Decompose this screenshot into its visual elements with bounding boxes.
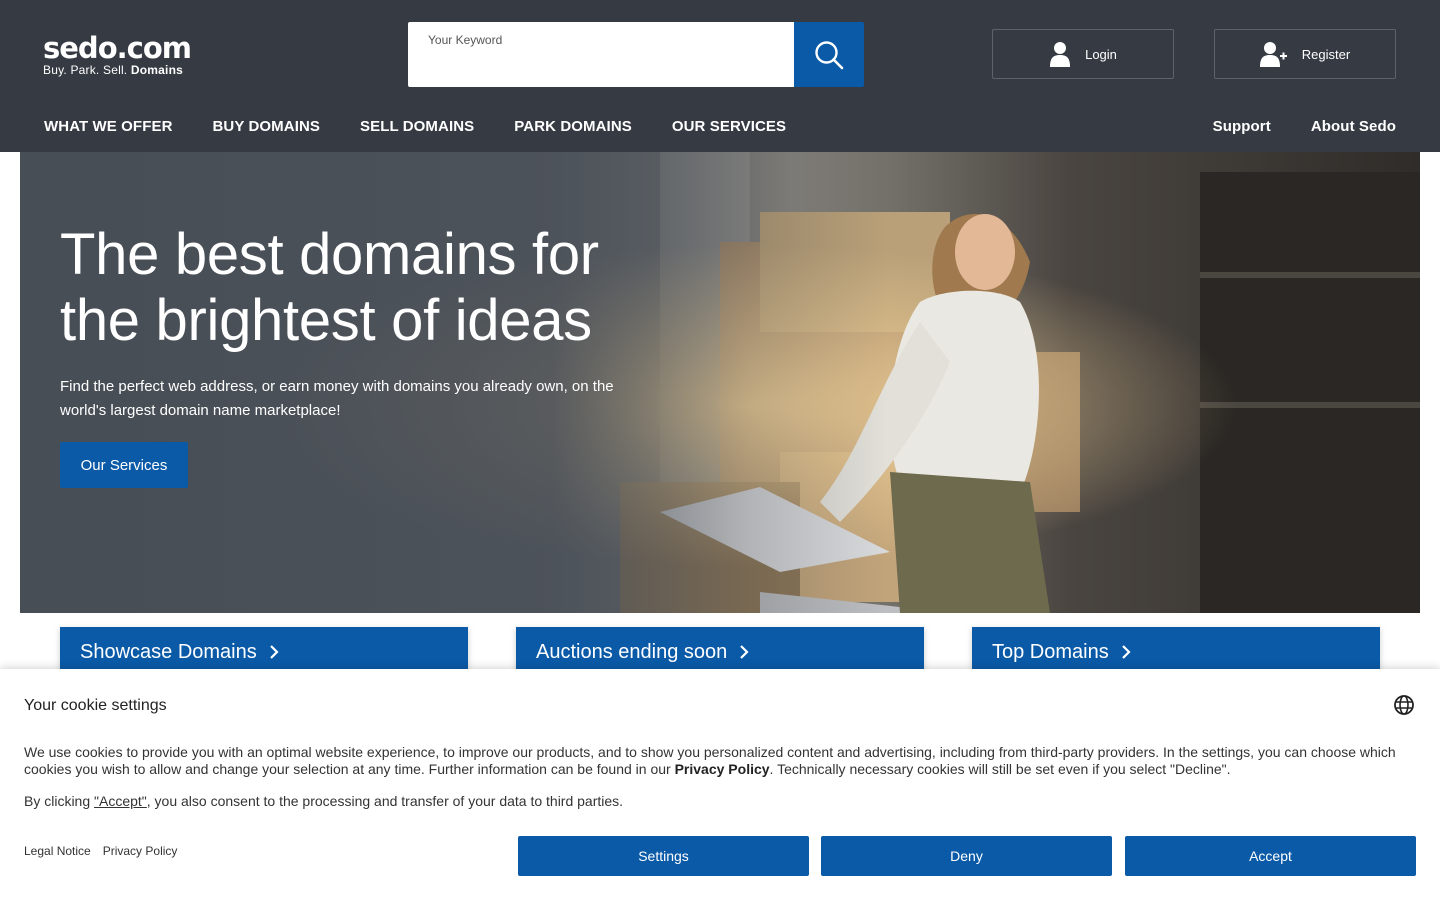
top-domains-label: Top Domains — [992, 640, 1109, 663]
search-label: Your Keyword — [428, 33, 503, 47]
main-nav: WHAT WE OFFER BUY DOMAINS SELL DOMAINS P… — [44, 118, 786, 135]
chevron-right-icon — [740, 645, 749, 659]
chevron-right-icon — [1121, 645, 1131, 659]
logo-tagline: Buy. Park. Sell. Domains — [43, 63, 191, 77]
legal-notice-link[interactable]: Legal Notice — [24, 844, 91, 858]
register-button[interactable]: Register — [1214, 29, 1396, 79]
consent-after: , you also consent to the processing and… — [146, 793, 624, 809]
hero-title: The best domains for the brightest of id… — [60, 222, 599, 353]
logo-tagline-text: Buy. Park. Sell. — [43, 63, 128, 77]
cookie-title: Your cookie settings — [24, 697, 167, 714]
search-button[interactable] — [794, 22, 864, 87]
accept-text-link[interactable]: "Accept" — [94, 793, 147, 809]
logo-tagline-bold: Domains — [130, 63, 183, 77]
register-label: Register — [1301, 46, 1351, 62]
hero-description: Find the perfect web address, or earn mo… — [60, 378, 614, 419]
our-services-button[interactable]: Our Services — [60, 442, 188, 488]
nav-buy-domains[interactable]: BUY DOMAINS — [213, 118, 321, 135]
nav-support[interactable]: Support — [1213, 118, 1271, 135]
privacy-policy-footer-link[interactable]: Privacy Policy — [103, 844, 178, 858]
search-icon — [815, 40, 844, 69]
nav-our-services[interactable]: OUR SERVICES — [672, 118, 786, 135]
chevron-right-icon — [269, 645, 279, 659]
nav-about-sedo[interactable]: About Sedo — [1311, 118, 1396, 135]
cookie-text-after: . Technically necessary cookies will sti… — [769, 761, 1231, 777]
cookie-description: We use cookies to provide you with an op… — [24, 744, 1414, 778]
search-field[interactable]: Your Keyword — [408, 22, 794, 87]
nav-sell-domains[interactable]: SELL DOMAINS — [360, 118, 474, 135]
cookie-deny-button[interactable]: Deny — [821, 836, 1112, 876]
search-bar: Your Keyword — [408, 22, 864, 87]
privacy-policy-link[interactable]: Privacy Policy — [675, 761, 770, 777]
user-icon — [1050, 42, 1071, 67]
consent-before: By clicking — [24, 793, 95, 809]
add-user-icon — [1259, 42, 1287, 67]
auctions-ending-soon-label: Auctions ending soon — [536, 640, 728, 663]
cookie-footer-links: Legal Notice Privacy Policy — [24, 844, 177, 858]
logo-wordmark: sedo.com — [43, 31, 192, 65]
cookie-settings-button[interactable]: Settings — [518, 836, 809, 876]
site-header: sedo.com Buy. Park. Sell. Domains Your K… — [0, 0, 1440, 152]
nav-park-domains[interactable]: PARK DOMAINS — [514, 118, 632, 135]
cookie-consent-text: By clicking "Accept", you also consent t… — [24, 793, 623, 809]
sedo-logo[interactable]: sedo.com Buy. Park. Sell. Domains — [43, 31, 192, 77]
language-globe-icon[interactable] — [1393, 694, 1415, 716]
cookie-accept-button[interactable]: Accept — [1125, 836, 1416, 876]
login-label: Login — [1085, 46, 1117, 62]
cookie-banner: Your cookie settings We use cookies to p… — [0, 669, 1440, 900]
search-input[interactable] — [426, 52, 776, 80]
login-button[interactable]: Login — [992, 29, 1174, 79]
showcase-domains-label: Showcase Domains — [80, 640, 257, 663]
secondary-nav: Support About Sedo — [1213, 118, 1396, 135]
hero-banner: The best domains for the brightest of id… — [20, 152, 1420, 613]
nav-what-we-offer[interactable]: WHAT WE OFFER — [44, 118, 173, 135]
